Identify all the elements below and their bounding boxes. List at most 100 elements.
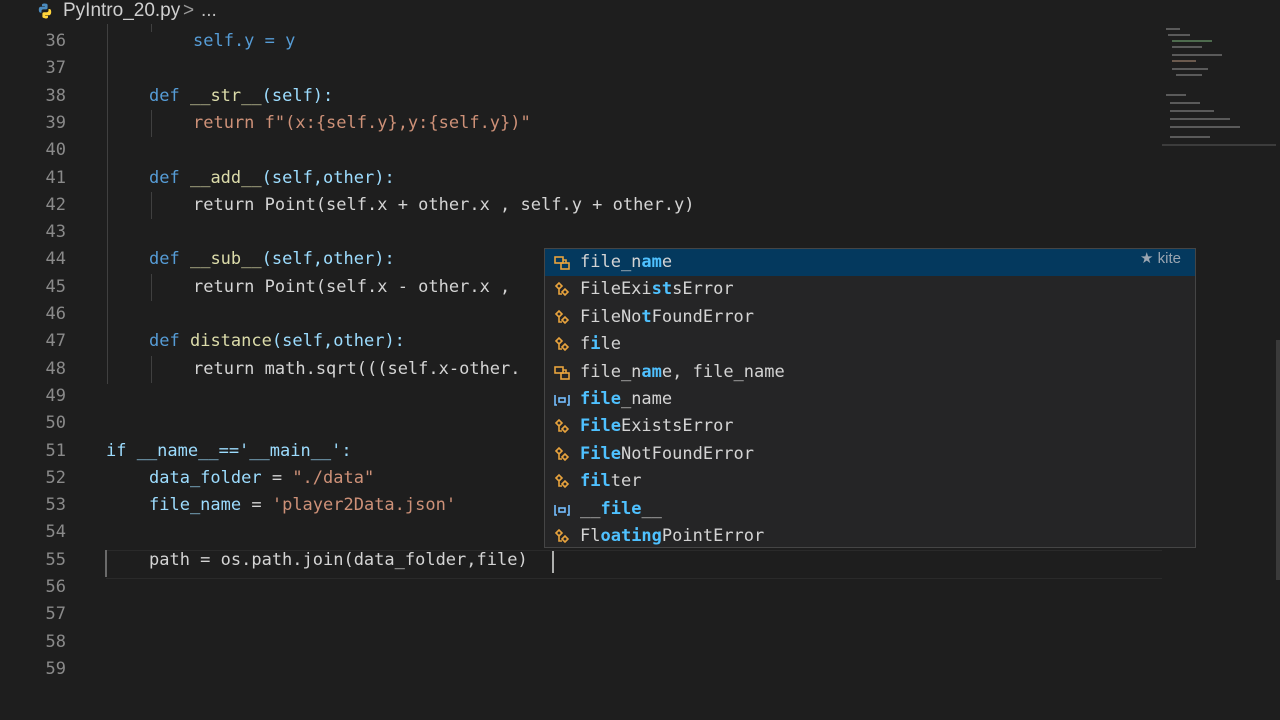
line-number: 47 [45,331,66,352]
suggest-label: __file__ [580,496,662,523]
minimap[interactable] [1162,24,1276,154]
def-keyword: def [149,85,180,106]
minimap-line [1166,94,1186,96]
line-number: 54 [45,522,66,543]
suggest-item[interactable]: filter [545,468,1195,495]
breadcrumb-more[interactable]: ... [201,0,217,22]
line-number: 59 [45,658,66,679]
suggest-item[interactable]: FileExistsError [545,413,1195,440]
breadcrumb: PyIntro_20.py > ... [0,0,1280,24]
code-line[interactable]: 39 return f"(x:{self.y},y:{self.y})" [0,110,1160,137]
suggest-label-post: e, file_name [661,361,785,382]
suggest-label-post: ter [610,471,642,492]
code-token: = [241,495,272,516]
string-literal: "./data" [292,467,375,488]
line-number: 58 [45,631,66,652]
suggest-item[interactable]: file_name, file_name [545,359,1195,386]
suggest-item[interactable]: file_name [545,249,1195,276]
code-token: self.y = y [193,31,296,51]
suggest-item[interactable]: file [545,331,1195,358]
suggest-item[interactable]: file_name [545,386,1195,413]
code-line[interactable]: 37 [0,55,1160,82]
suggest-label-post: FoundError [651,306,755,327]
class-icon [553,281,571,299]
current-line-indicator [105,550,107,577]
breadcrumb-file[interactable]: PyIntro_20.py [63,0,180,22]
suggest-label: FileExistsError [580,413,734,440]
def-keyword: def [149,167,180,188]
suggest-label-pre: __ [580,498,601,519]
code-token: if __name__=='__main__': [106,440,352,461]
code-line[interactable]: 38 def __str__(self): [0,83,1160,110]
suggest-label-post: sError [672,279,734,300]
variable-icon [553,391,571,409]
line-number: 48 [45,358,66,379]
suggest-label-pre: file_n [580,361,642,382]
code-token: (self,other): [271,331,405,352]
suggest-label: FileNotFoundError [580,304,754,331]
line-number: 44 [45,249,66,270]
minimap-line [1170,118,1230,120]
suggest-label: FileExistsError [580,276,734,303]
suggest-item[interactable]: __file__ [545,496,1195,523]
line-number: 49 [45,385,66,406]
suggest-label-post: ExistsError [620,416,734,437]
code-line[interactable]: 42 return Point(self.x + other.x , self.y… [0,192,1160,219]
code-line[interactable]: 40 [0,137,1160,164]
variable-name: file_name [149,495,242,516]
line-number: 37 [45,58,66,79]
kite-brand: ★ kite [1140,250,1181,267]
minimap-line [1172,68,1208,70]
code-line[interactable]: 58 [0,629,1160,656]
code-token: (self,other): [261,167,395,188]
python-file-icon [38,3,52,19]
suggest-label-match: i [590,334,601,355]
code-text: return f"(x:{self.y},y:{self.y})" [193,110,531,137]
code-line[interactable]: 57 [0,601,1160,628]
line-number: 43 [45,222,66,243]
suggest-item[interactable]: FileNotFoundError [545,441,1195,468]
suggest-label-match: st [651,279,673,300]
variable-name: data_folder [149,467,262,488]
code-text: self.y = y [193,28,295,55]
suggest-item[interactable]: FloatingPointError [545,523,1195,550]
def-keyword: def [149,331,180,352]
code-text: file_name = 'player2Data.json' [149,492,456,519]
suggest-label-match: file [600,498,642,519]
text-cursor [552,551,554,573]
code-text: def __sub__(self,other): [149,246,395,273]
minimap-line [1170,136,1210,138]
code-text: return Point(self.x - other.x , [193,274,510,301]
code-line[interactable]: 43 [0,219,1160,246]
minimap-line [1172,46,1202,48]
code-text: def __add__(self,other): [149,165,395,192]
suggest-item[interactable]: FileNotFoundError [545,304,1195,331]
suggest-widget[interactable]: FloatingPointError __file__ filter FileNotF… [544,248,1196,548]
minimap-line [1172,54,1222,56]
kite-icon [553,254,571,272]
line-number: 38 [45,85,66,106]
minimap-line [1170,126,1240,128]
suggest-label-match: t [641,306,652,327]
suggest-label: file_name [580,249,672,276]
class-icon [553,418,571,436]
suggest-label-post: NotFoundError [620,443,755,464]
suggest-label-post: _name [620,389,673,409]
suggest-label-pre: FileNo [580,306,642,327]
function-name: __str__ [189,85,262,106]
suggest-label-pre: FileExi [580,279,652,300]
breadcrumb-separator: > [183,0,195,21]
line-number: 57 [45,604,66,625]
vertical-scrollbar[interactable] [1276,340,1280,580]
code-line[interactable]: 41 def __add__(self,other): [0,165,1160,192]
string-literal: 'player2Data.json' [271,495,457,516]
suggest-item[interactable]: FileExistsError [545,276,1195,303]
code-text: if __name__=='__main__': [106,438,352,465]
line-number: 51 [45,440,66,461]
code-line[interactable]: 59 [0,656,1160,683]
line-number: 55 [45,549,66,570]
code-text: def __str__(self): [149,83,333,110]
code-line[interactable]: 36 self.y = y [0,28,1160,55]
minimap-line [1172,60,1196,62]
code-text: return math.sqrt(((self.x-other. [193,356,521,383]
